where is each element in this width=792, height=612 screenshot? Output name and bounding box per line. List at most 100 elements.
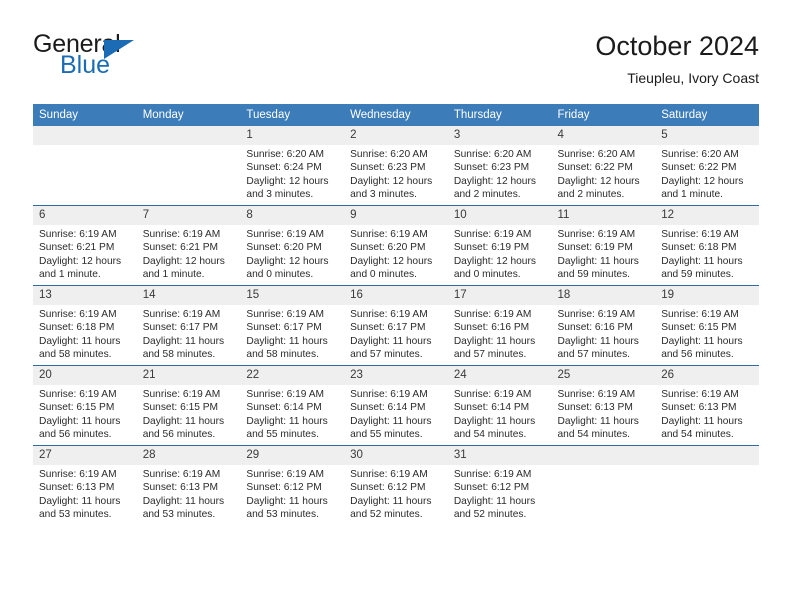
sunrise-text: Sunrise: 6:19 AM [350, 229, 428, 240]
calendar-day-cell[interactable]: 4 Sunrise: 6:20 AM Sunset: 6:22 PM Daylight… [551, 126, 656, 206]
sunset-text: Sunset: 6:18 PM [39, 322, 115, 334]
day-number [655, 446, 759, 465]
day-number: 8 [240, 206, 345, 225]
calendar-day-cell[interactable]: 8 Sunrise: 6:19 AM Sunset: 6:20 PM Daylight… [240, 205, 345, 286]
sunrise-text: Sunrise: 6:19 AM [246, 469, 324, 480]
calendar-day-cell[interactable]: 17 Sunrise: 6:19 AM Sunset: 6:16 PM Dayligh… [447, 285, 552, 366]
day-number: 10 [447, 206, 552, 225]
day-details: Sunrise: 6:19 AM Sunset: 6:21 PM Daylight:… [33, 225, 137, 282]
sunrise-text: Sunrise: 6:19 AM [246, 389, 324, 400]
calendar-day-cell[interactable]: 10 Sunrise: 6:19 AM Sunset: 6:19 PM Dayligh… [447, 205, 552, 286]
calendar-week-row: 13 Sunrise: 6:19 AM Sunset: 6:18 PM Dayligh… [33, 285, 759, 366]
sunset-text: Sunset: 6:12 PM [246, 482, 322, 494]
day-details: Sunrise: 6:19 AM Sunset: 6:21 PM Daylight:… [137, 225, 241, 282]
sunset-text: Sunset: 6:17 PM [246, 322, 322, 334]
calendar-day-cell[interactable]: 14 Sunrise: 6:19 AM Sunset: 6:17 PM Dayligh… [136, 285, 241, 366]
day-number: 23 [344, 366, 448, 385]
daylight-text: Daylight: 11 hours and 54 minutes. [453, 415, 536, 441]
brand-logo[interactable]: General Blue [33, 32, 283, 92]
daylight-text: Daylight: 11 hours and 57 minutes. [557, 335, 639, 361]
day-number: 9 [344, 206, 448, 225]
day-number: 25 [551, 366, 656, 385]
calendar-day-cell[interactable]: 6 Sunrise: 6:19 AM Sunset: 6:21 PM Daylight… [33, 205, 137, 286]
sunset-text: Sunset: 6:18 PM [661, 242, 737, 254]
sunset-text: Sunset: 6:19 PM [453, 242, 530, 254]
sunset-text: Sunset: 6:21 PM [142, 242, 219, 254]
calendar-day-cell[interactable]: 25 Sunrise: 6:19 AM Sunset: 6:13 PM Dayligh… [551, 365, 656, 446]
calendar-day-cell[interactable]: 31 Sunrise: 6:19 AM Sunset: 6:12 PM Dayligh… [447, 445, 552, 525]
sunrise-text: Sunrise: 6:19 AM [453, 309, 532, 320]
daylight-text: Daylight: 11 hours and 57 minutes. [350, 335, 432, 361]
calendar-day-cell[interactable]: 20 Sunrise: 6:19 AM Sunset: 6:15 PM Dayligh… [33, 365, 137, 446]
calendar-day-cell[interactable]: 15 Sunrise: 6:19 AM Sunset: 6:17 PM Dayligh… [240, 285, 345, 366]
weekday-header-friday: Friday [551, 104, 656, 126]
day-details: Sunrise: 6:19 AM Sunset: 6:13 PM Daylight:… [33, 465, 137, 522]
sunset-text: Sunset: 6:24 PM [246, 162, 322, 174]
sunrise-text: Sunrise: 6:19 AM [39, 389, 117, 400]
calendar-day-cell[interactable]: 11 Sunrise: 6:19 AM Sunset: 6:19 PM Dayligh… [551, 205, 656, 286]
sunrise-text: Sunrise: 6:20 AM [557, 149, 636, 160]
daylight-text: Daylight: 11 hours and 59 minutes. [661, 255, 743, 281]
day-details: Sunrise: 6:19 AM Sunset: 6:14 PM Daylight:… [448, 385, 552, 442]
sunrise-text: Sunrise: 6:19 AM [142, 309, 221, 320]
calendar-day-cell[interactable]: 13 Sunrise: 6:19 AM Sunset: 6:18 PM Dayligh… [33, 285, 137, 366]
sunset-text: Sunset: 6:16 PM [557, 322, 633, 334]
sunset-text: Sunset: 6:15 PM [39, 402, 115, 414]
calendar-day-cell[interactable]: 18 Sunrise: 6:19 AM Sunset: 6:16 PM Dayligh… [551, 285, 656, 366]
daylight-text: Daylight: 11 hours and 53 minutes. [246, 495, 328, 521]
calendar-day-cell[interactable]: 1 Sunrise: 6:20 AM Sunset: 6:24 PM Daylight… [240, 126, 345, 206]
sunrise-text: Sunrise: 6:19 AM [661, 309, 739, 320]
sunrise-text: Sunrise: 6:19 AM [557, 309, 636, 320]
calendar-day-cell[interactable]: 21 Sunrise: 6:19 AM Sunset: 6:15 PM Dayligh… [136, 365, 241, 446]
calendar-day-cell[interactable]: 9 Sunrise: 6:19 AM Sunset: 6:20 PM Daylight… [344, 205, 448, 286]
day-number: 31 [447, 446, 552, 465]
day-number: 16 [344, 286, 448, 305]
daylight-text: Daylight: 12 hours and 0 minutes. [453, 255, 536, 281]
sunrise-text: Sunrise: 6:19 AM [39, 309, 117, 320]
calendar-day-cell[interactable]: 7 Sunrise: 6:19 AM Sunset: 6:21 PM Daylight… [136, 205, 241, 286]
calendar-day-cell[interactable]: 30 Sunrise: 6:19 AM Sunset: 6:12 PM Dayligh… [344, 445, 448, 525]
calendar-day-cell[interactable]: 29 Sunrise: 6:19 AM Sunset: 6:12 PM Dayligh… [240, 445, 345, 525]
calendar-day-cell[interactable]: 16 Sunrise: 6:19 AM Sunset: 6:17 PM Dayligh… [344, 285, 448, 366]
day-number: 3 [447, 126, 552, 145]
calendar-day-cell[interactable]: 19 Sunrise: 6:19 AM Sunset: 6:15 PM Dayligh… [655, 285, 759, 366]
sunrise-text: Sunrise: 6:19 AM [350, 389, 428, 400]
sunrise-text: Sunrise: 6:19 AM [350, 469, 428, 480]
calendar-day-cell[interactable]: 27 Sunrise: 6:19 AM Sunset: 6:13 PM Dayligh… [33, 445, 137, 525]
calendar-day-cell[interactable]: 24 Sunrise: 6:19 AM Sunset: 6:14 PM Dayligh… [447, 365, 552, 446]
calendar-day-cell[interactable]: 2 Sunrise: 6:20 AM Sunset: 6:23 PM Daylight… [344, 126, 448, 206]
day-number: 27 [33, 446, 137, 465]
calendar-day-cell[interactable]: 3 Sunrise: 6:20 AM Sunset: 6:23 PM Daylight… [447, 126, 552, 206]
day-number: 7 [136, 206, 241, 225]
daylight-text: Daylight: 11 hours and 53 minutes. [142, 495, 225, 521]
daylight-text: Daylight: 11 hours and 58 minutes. [246, 335, 328, 361]
daylight-text: Daylight: 11 hours and 59 minutes. [557, 255, 639, 281]
sunrise-sunset-calendar: Sunday Monday Tuesday Wednesday Thursday Frid… [33, 104, 759, 525]
daylight-text: Daylight: 12 hours and 0 minutes. [246, 255, 329, 281]
sunset-text: Sunset: 6:23 PM [350, 162, 426, 174]
sunrise-text: Sunrise: 6:19 AM [557, 389, 636, 400]
day-number [551, 446, 656, 465]
calendar-day-cell-empty [551, 445, 656, 525]
calendar-day-cell[interactable]: 5 Sunrise: 6:20 AM Sunset: 6:22 PM Daylight… [655, 126, 759, 206]
page-header: General Blue October 2024 Tieupleu, Ivor… [33, 30, 759, 92]
day-number: 17 [447, 286, 552, 305]
sunrise-text: Sunrise: 6:19 AM [39, 229, 117, 240]
sunset-text: Sunset: 6:17 PM [350, 322, 426, 334]
daylight-text: Daylight: 11 hours and 54 minutes. [661, 415, 743, 441]
sunset-text: Sunset: 6:19 PM [557, 242, 633, 254]
sunset-text: Sunset: 6:21 PM [39, 242, 115, 254]
calendar-day-cell[interactable]: 26 Sunrise: 6:19 AM Sunset: 6:13 PM Dayligh… [655, 365, 759, 446]
calendar-day-cell[interactable]: 28 Sunrise: 6:19 AM Sunset: 6:13 PM Dayligh… [136, 445, 241, 525]
sunrise-text: Sunrise: 6:19 AM [246, 229, 324, 240]
calendar-day-cell[interactable]: 23 Sunrise: 6:19 AM Sunset: 6:14 PM Dayligh… [344, 365, 448, 446]
day-details: Sunrise: 6:19 AM Sunset: 6:15 PM Daylight:… [655, 305, 759, 362]
daylight-text: Daylight: 11 hours and 57 minutes. [453, 335, 536, 361]
calendar-week-row: 20 Sunrise: 6:19 AM Sunset: 6:15 PM Dayligh… [33, 365, 759, 446]
calendar-day-cell[interactable]: 12 Sunrise: 6:19 AM Sunset: 6:18 PM Dayligh… [655, 205, 759, 286]
calendar-day-cell[interactable]: 22 Sunrise: 6:19 AM Sunset: 6:14 PM Dayligh… [240, 365, 345, 446]
sunset-text: Sunset: 6:14 PM [453, 402, 530, 414]
day-number: 12 [655, 206, 759, 225]
day-number: 6 [33, 206, 137, 225]
sunset-text: Sunset: 6:12 PM [350, 482, 426, 494]
